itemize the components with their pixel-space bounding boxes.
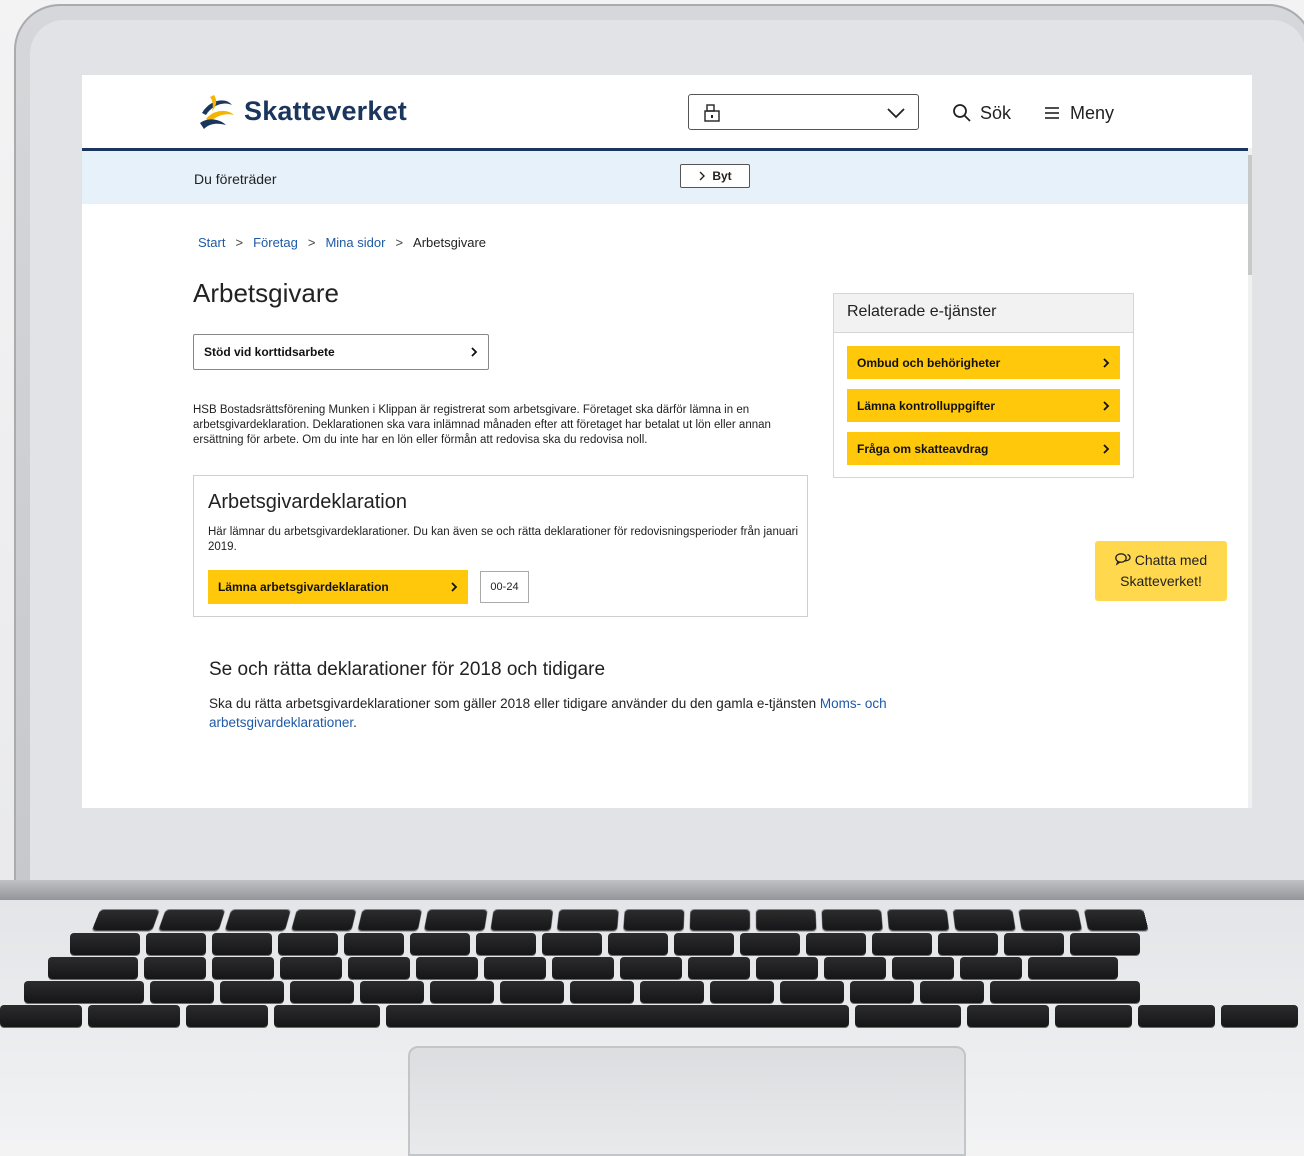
- breadcrumb-start[interactable]: Start: [198, 235, 225, 250]
- breadcrumb-separator-icon: >: [235, 235, 244, 250]
- related-item-label: Ombud och behörigheter: [857, 355, 1001, 370]
- related-item-label: Lämna kontrolluppgifter: [857, 398, 995, 413]
- search-label: Sök: [980, 102, 1012, 123]
- search-icon: [953, 104, 971, 122]
- declaration-card-title: Arbetsgivardeklaration: [208, 491, 407, 513]
- logo-text: Skatteverket: [244, 95, 408, 126]
- support-short-time-work-button[interactable]: Stöd vid korttidsarbete: [193, 334, 489, 370]
- breadcrumb: Start > Företag > Mina sidor > Arbetsgiv…: [198, 235, 486, 250]
- related-eservices-header: Relaterade e-tjänster: [834, 294, 1133, 333]
- site-header: Skatteverket Sök Meny: [82, 75, 1252, 151]
- opening-hours-badge: 00-24: [480, 571, 529, 603]
- menu-label: Meny: [1070, 102, 1115, 123]
- browser-screen: Skatteverket Sök Meny Du företräder Byt …: [82, 75, 1252, 808]
- chat-bubble-icon: [1115, 553, 1131, 566]
- related-item-kontrolluppgifter[interactable]: Lämna kontrolluppgifter: [847, 389, 1120, 422]
- hamburger-icon: [1045, 107, 1059, 119]
- submit-declaration-button[interactable]: Lämna arbetsgivardeklaration: [208, 570, 468, 604]
- declaration-card-description: Här lämnar du arbetsgivardeklarationer. …: [208, 526, 799, 553]
- chevron-right-icon: [451, 582, 458, 592]
- related-item-ombud[interactable]: Ombud och behörigheter: [847, 346, 1120, 379]
- chevron-right-icon: [1103, 400, 1110, 411]
- related-item-label: Fråga om skatteavdrag: [857, 441, 989, 456]
- representation-bar: Du företräder Byt: [82, 151, 1252, 204]
- chat-label-line2: Skatteverket!: [1120, 573, 1202, 589]
- page-scrollbar-thumb[interactable]: [1248, 155, 1252, 275]
- menu-button[interactable]: Meny: [1044, 101, 1114, 125]
- older-declarations-title: Se och rätta deklarationer för 2018 och …: [209, 659, 606, 680]
- related-eservices-title: Relaterade e-tjänster: [847, 303, 997, 320]
- chevron-right-icon: [471, 347, 478, 357]
- chevron-down-icon: [887, 108, 905, 119]
- keyboard: [0, 905, 1304, 1030]
- older-declarations-end: .: [353, 715, 357, 730]
- skatteverket-logo[interactable]: Skatteverket: [196, 91, 407, 131]
- intro-text: HSB Bostadsrättsförening Munken i Klippa…: [193, 404, 771, 446]
- chat-button[interactable]: Chatta med Skatteverket!: [1095, 541, 1227, 601]
- related-item-skatteavdrag[interactable]: Fråga om skatteavdrag: [847, 432, 1120, 465]
- breadcrumb-foretag[interactable]: Företag: [253, 235, 298, 250]
- breadcrumb-current: Arbetsgivare: [413, 235, 487, 250]
- chat-label-line1: Chatta med: [1134, 552, 1208, 568]
- chevron-right-icon: [1103, 443, 1110, 454]
- page-title: Arbetsgivare: [193, 278, 339, 308]
- switch-representation-button[interactable]: Byt: [680, 164, 750, 188]
- organization-select[interactable]: [688, 94, 919, 130]
- older-declarations-body: Ska du rätta arbetsgivardeklarationer so…: [209, 696, 817, 711]
- older-declarations-text: Ska du rätta arbetsgivardeklarationer so…: [209, 694, 929, 732]
- search-button[interactable]: Sök: [952, 101, 1011, 125]
- breadcrumb-separator-icon: >: [395, 235, 404, 250]
- support-button-label: Stöd vid korttidsarbete: [204, 345, 335, 359]
- related-eservices-panel: Relaterade e-tjänster Ombud och behörigh…: [833, 293, 1134, 478]
- laptop-hinge: [0, 880, 1304, 902]
- breadcrumb-separator-icon: >: [307, 235, 316, 250]
- declaration-card: Arbetsgivardeklaration Här lämnar du arb…: [193, 475, 808, 617]
- switch-label: Byt: [712, 169, 732, 183]
- building-icon: [704, 104, 720, 122]
- submit-declaration-label: Lämna arbetsgivardeklaration: [218, 580, 389, 594]
- representation-label: Du företräder: [194, 171, 277, 187]
- chevron-right-icon: [1103, 357, 1110, 368]
- skatteverket-logo-icon: [200, 95, 234, 129]
- breadcrumb-mina-sidor[interactable]: Mina sidor: [325, 235, 385, 250]
- chevron-right-icon: [699, 171, 706, 181]
